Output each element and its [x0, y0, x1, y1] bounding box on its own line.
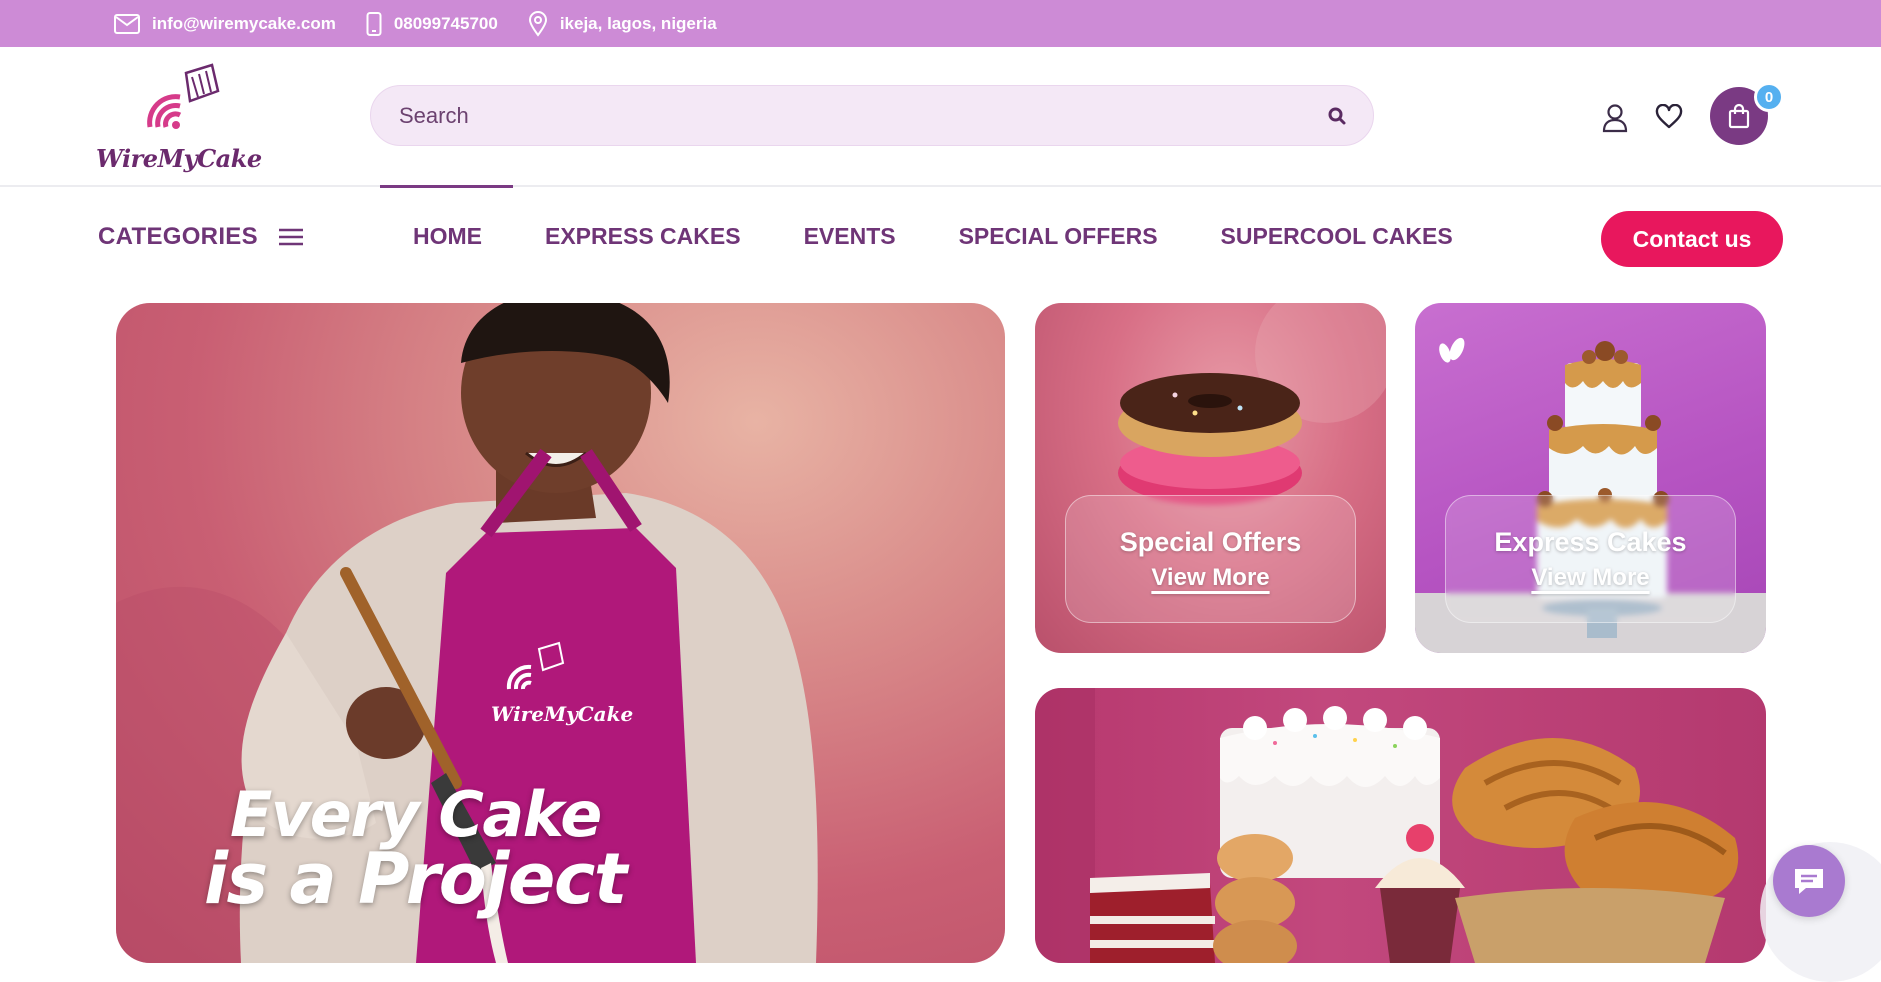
- live-chat-button[interactable]: [1773, 845, 1845, 917]
- active-nav-indicator: [380, 185, 513, 188]
- wishlist-heart-icon[interactable]: [1655, 104, 1683, 130]
- location-contact: ikeja, lagos, nigeria: [528, 10, 717, 37]
- main-navigation: CATEGORIES HOME EXPRESS CAKES EVENTS SPE…: [0, 185, 1881, 288]
- shopping-bag-icon: [1728, 103, 1750, 129]
- nav-link-express-cakes[interactable]: EXPRESS CAKES: [545, 223, 741, 250]
- nav-link-home[interactable]: HOME: [413, 223, 482, 250]
- express-cakes-card[interactable]: Express Cakes View More: [1415, 303, 1766, 653]
- special-offers-overlay: Special Offers View More: [1065, 495, 1356, 623]
- search-input[interactable]: [399, 102, 1327, 129]
- hero-line-2: is a Project: [204, 838, 627, 920]
- leaf-decor-icon: [1439, 337, 1465, 363]
- nav-link-events[interactable]: EVENTS: [804, 223, 896, 250]
- bakery-assortment-card[interactable]: [1035, 688, 1766, 963]
- contact-us-button[interactable]: Contact us: [1601, 211, 1783, 267]
- nav-link-supercool-cakes[interactable]: SUPERCOOL CAKES: [1221, 223, 1453, 250]
- pastries-image: [1035, 688, 1739, 963]
- top-contact-bar: info@wiremycake.com 08099745700 ikeja, l…: [0, 0, 1881, 47]
- hamburger-menu-icon: [278, 228, 303, 246]
- special-offers-card[interactable]: Special Offers View More: [1035, 303, 1386, 653]
- express-cakes-title: Express Cakes: [1494, 526, 1687, 557]
- location-text: ikeja, lagos, nigeria: [559, 13, 717, 33]
- phone-text[interactable]: 08099745700: [394, 14, 498, 34]
- express-cakes-view-more-link[interactable]: View More: [1531, 564, 1649, 592]
- phone-icon: [366, 11, 382, 36]
- hero-headline: Every Cake is a Project: [204, 783, 627, 915]
- nav-links: HOME EXPRESS CAKES EVENTS SPECIAL OFFERS…: [413, 223, 1516, 250]
- cart-count-badge: 0: [1754, 82, 1784, 112]
- map-pin-icon: [528, 10, 547, 37]
- logo-wordmark: WireMyCake: [96, 144, 262, 173]
- chat-bubble-icon: [1795, 869, 1823, 894]
- categories-menu[interactable]: CATEGORIES: [98, 223, 304, 251]
- mail-icon: [114, 13, 140, 34]
- search-icon[interactable]: [1327, 106, 1347, 126]
- user-account-icon[interactable]: [1601, 103, 1629, 133]
- special-offers-title: Special Offers: [1119, 526, 1302, 557]
- logo-mark-icon: [147, 63, 220, 129]
- email-contact[interactable]: info@wiremycake.com: [114, 13, 336, 34]
- search-bar: [370, 85, 1374, 146]
- phone-contact[interactable]: 08099745700: [366, 11, 498, 36]
- special-offers-view-more-link[interactable]: View More: [1151, 564, 1269, 592]
- brand-logo[interactable]: WireMyCake: [96, 61, 262, 173]
- categories-label: CATEGORIES: [98, 223, 258, 250]
- email-text[interactable]: info@wiremycake.com: [152, 14, 336, 34]
- apron-logo-text: WireMyCake: [491, 702, 633, 726]
- hero-banner[interactable]: WireMyCake Every Cake is a Project: [116, 303, 1005, 963]
- express-cakes-overlay: Express Cakes View More: [1445, 495, 1736, 623]
- site-header: WireMyCake 0: [0, 47, 1881, 187]
- nav-link-special-offers[interactable]: SPECIAL OFFERS: [959, 223, 1158, 250]
